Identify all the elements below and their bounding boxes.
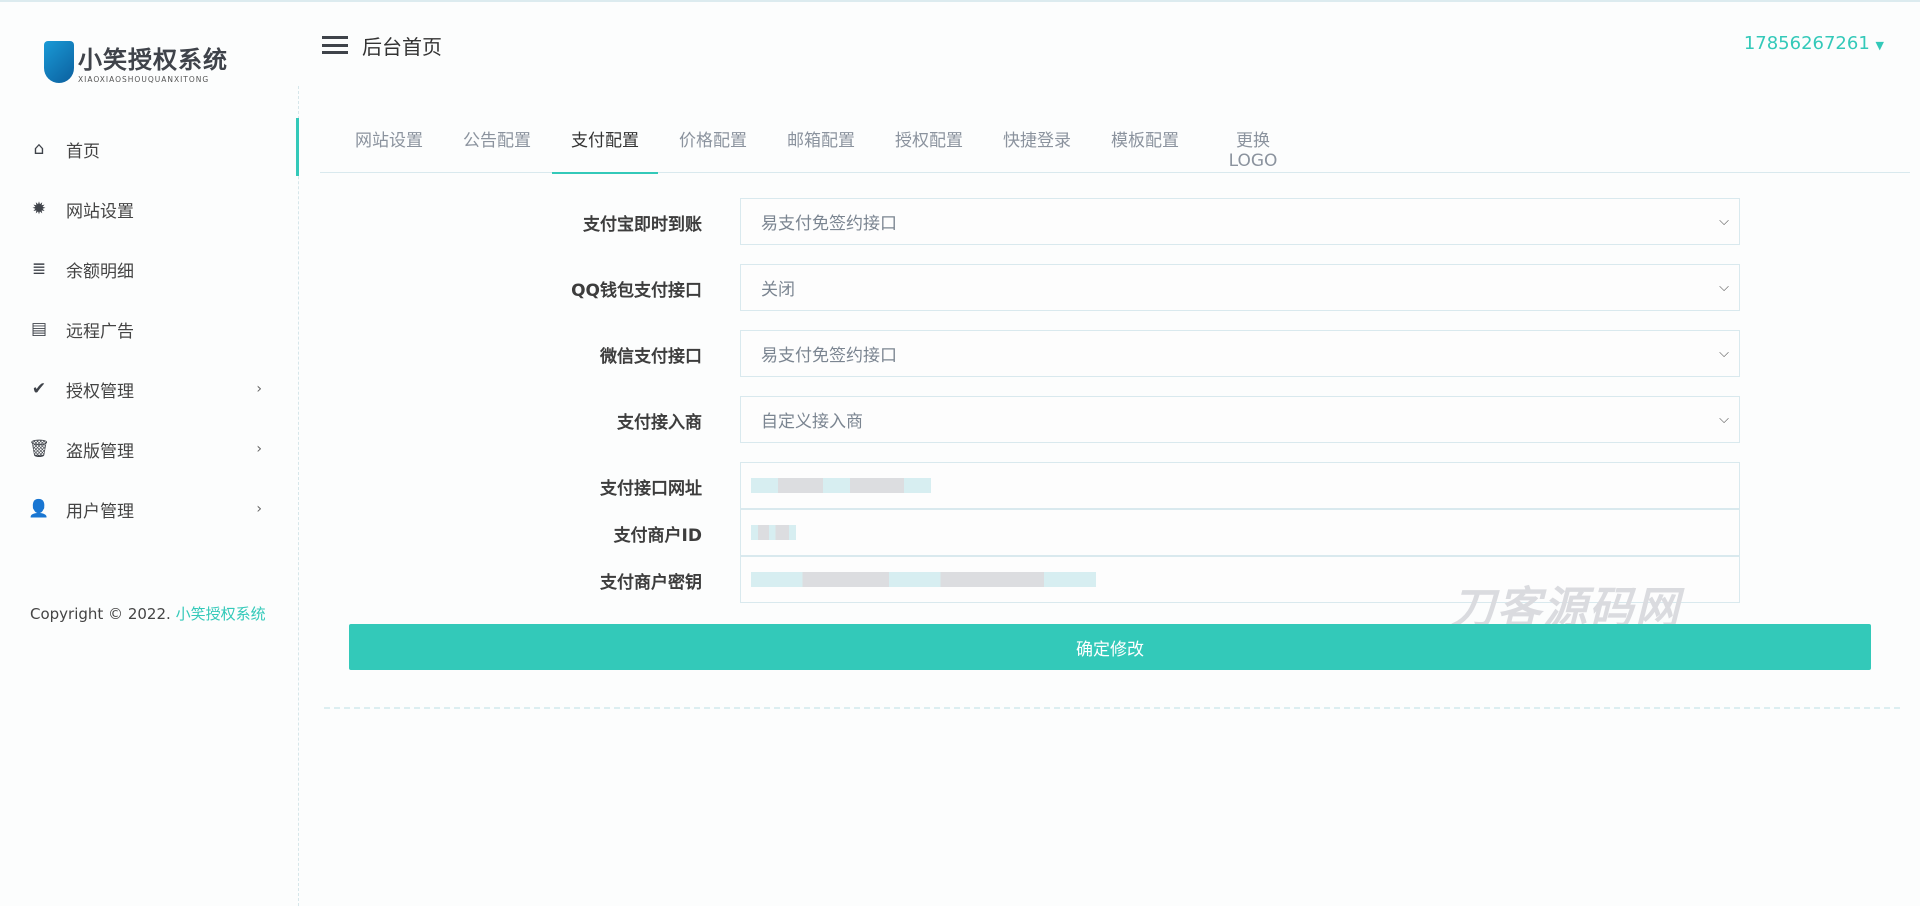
- api-url-label: 支付接口网址: [600, 479, 702, 499]
- sidebar-item-piracy[interactable]: 🗑 盗版管理 ›: [0, 429, 290, 469]
- sidebar-item-label: 盗版管理: [66, 441, 134, 462]
- sidebar-divider: [298, 86, 299, 906]
- sidebar-item-balance[interactable]: ≣ 余额明细: [0, 249, 290, 289]
- trash-icon: 🗑: [28, 439, 50, 459]
- chevron-right-icon: ›: [256, 381, 262, 397]
- tab-6[interactable]: 快捷登录: [998, 120, 1076, 173]
- tab-0[interactable]: 网站设置: [350, 120, 428, 173]
- qqpay-label: QQ钱包支付接口: [571, 281, 702, 301]
- content-bottom-divider: [324, 707, 1900, 709]
- wxpay-label: 微信支付接口: [600, 347, 702, 367]
- tab-5[interactable]: 授权配置: [890, 120, 968, 173]
- copyright-text: Copyright © 2022.: [30, 605, 171, 623]
- sidebar-item-label: 授权管理: [66, 381, 134, 402]
- alipay-label: 支付宝即时到账: [583, 215, 702, 235]
- config-tabs: 网站设置 公告配置 支付配置 价格配置 邮箱配置 授权配置 快捷登录 模板配置 更换LOGO: [320, 120, 1910, 174]
- logo-title: 小笑授权系统: [78, 46, 228, 74]
- list-icon: ≣: [31, 259, 47, 279]
- user-menu[interactable]: 17856267261 ▼: [1744, 33, 1884, 54]
- sidebar-item-label: 网站设置: [66, 201, 134, 222]
- merchant-key-label: 支付商户密钥: [600, 573, 702, 593]
- alipay-select[interactable]: 易支付免签约接口 ⌵: [740, 198, 1740, 245]
- gear-icon: ✹: [31, 199, 47, 219]
- selected-value: 易支付免签约接口: [761, 214, 897, 234]
- submit-button[interactable]: 确定修改: [349, 624, 1871, 670]
- api-url-input[interactable]: [740, 462, 1740, 509]
- tab-4[interactable]: 邮箱配置: [782, 120, 860, 173]
- logo-shield-icon: [44, 41, 74, 83]
- selected-value: 易支付免签约接口: [761, 346, 897, 366]
- caret-down-icon: ▼: [1875, 39, 1884, 52]
- sidebar-item-label: 首页: [66, 141, 100, 162]
- page-title: 后台首页: [362, 35, 442, 59]
- redacted-value: [751, 478, 931, 493]
- active-indicator: [296, 118, 299, 176]
- merchant-id-input[interactable]: [740, 509, 1740, 556]
- user-gear-icon: 👤: [28, 499, 50, 519]
- sidebar-item-label: 用户管理: [66, 501, 134, 522]
- copyright: Copyright © 2022. 小笑授权系统: [30, 599, 280, 629]
- message-icon: ▤: [30, 319, 48, 339]
- chevron-right-icon: ›: [256, 501, 262, 517]
- tab-8[interactable]: 更换LOGO: [1214, 120, 1292, 173]
- sidebar-item-license[interactable]: ✔ 授权管理 ›: [0, 369, 290, 409]
- provider-select[interactable]: 自定义接入商 ⌵: [740, 396, 1740, 443]
- chevron-down-icon: ⌵: [1719, 280, 1729, 295]
- copyright-link[interactable]: 小笑授权系统: [176, 605, 266, 623]
- menu-toggle-icon[interactable]: [322, 36, 348, 54]
- redacted-value: [751, 572, 1096, 587]
- chevron-down-icon: ⌵: [1719, 346, 1729, 361]
- sidebar-item-users[interactable]: 👤 用户管理 ›: [0, 489, 290, 529]
- home-icon: ⌂: [33, 139, 45, 159]
- tab-3[interactable]: 价格配置: [674, 120, 752, 173]
- tab-1[interactable]: 公告配置: [458, 120, 536, 173]
- sidebar-item-label: 远程广告: [66, 321, 134, 342]
- chevron-right-icon: ›: [256, 441, 262, 457]
- qqpay-select[interactable]: 关闭 ⌵: [740, 264, 1740, 311]
- wxpay-select[interactable]: 易支付免签约接口 ⌵: [740, 330, 1740, 377]
- logo-subtitle: XIAOXIAOSHOUQUANXITONG: [78, 75, 210, 84]
- provider-label: 支付接入商: [617, 413, 702, 433]
- tab-2[interactable]: 支付配置: [552, 120, 658, 174]
- selected-value: 自定义接入商: [761, 412, 863, 432]
- chevron-down-icon: ⌵: [1719, 214, 1729, 229]
- merchant-id-label: 支付商户ID: [613, 526, 702, 546]
- badge-check-icon: ✔: [31, 379, 47, 399]
- sidebar-item-site-settings[interactable]: ✹ 网站设置: [0, 189, 290, 229]
- sidebar-item-remote-ads[interactable]: ▤ 远程广告: [0, 309, 290, 349]
- sidebar-item-home[interactable]: ⌂ 首页: [0, 129, 290, 169]
- sidebar-item-label: 余额明细: [66, 261, 134, 282]
- redacted-value: [751, 525, 796, 540]
- chevron-down-icon: ⌵: [1719, 412, 1729, 427]
- selected-value: 关闭: [761, 280, 795, 300]
- logo: 小笑授权系统 XIAOXIAOSHOUQUANXITONG: [44, 40, 228, 84]
- user-phone: 17856267261: [1743, 33, 1870, 54]
- tab-7[interactable]: 模板配置: [1106, 120, 1184, 173]
